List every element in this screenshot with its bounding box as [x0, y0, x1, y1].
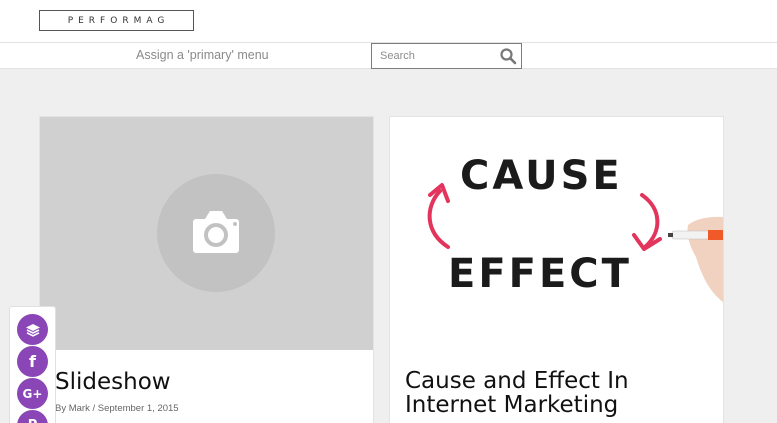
- meta-separator: /: [92, 403, 96, 414]
- site-logo[interactable]: PERFORMAG: [39, 10, 194, 31]
- facebook-icon[interactable]: f: [17, 346, 48, 377]
- search-box: [371, 43, 522, 69]
- author-link[interactable]: Mark: [69, 403, 90, 414]
- post-card: Slideshow By Mark / September 1, 2015: [39, 116, 374, 423]
- post-date: September 1, 2015: [97, 403, 179, 414]
- search-input[interactable]: [372, 44, 492, 68]
- post-card: CAUSE EFFECT Cause and Effect In Interne…: [389, 116, 724, 423]
- search-icon[interactable]: [499, 47, 517, 65]
- pinterest-icon[interactable]: P: [17, 410, 48, 423]
- post-title[interactable]: Cause and Effect In Internet Marketing: [405, 369, 710, 417]
- cause-effect-illustration: CAUSE EFFECT: [427, 153, 723, 302]
- menu-placeholder-text: Assign a 'primary' menu: [136, 48, 269, 62]
- post-title[interactable]: Slideshow: [55, 370, 360, 394]
- author-prefix: By: [55, 403, 67, 414]
- google-plus-icon[interactable]: G+: [17, 378, 48, 409]
- site-header: PERFORMAG: [0, 0, 777, 42]
- layers-icon[interactable]: [17, 314, 48, 345]
- post-thumbnail[interactable]: [40, 117, 373, 350]
- share-bar: f G+ P: [9, 306, 56, 423]
- post-meta: By Mark / September 1, 2015: [55, 403, 179, 414]
- post-thumbnail[interactable]: CAUSE EFFECT: [390, 117, 723, 350]
- nav-bar: Assign a 'primary' menu: [0, 42, 777, 69]
- camera-placeholder-icon: [157, 174, 275, 292]
- image-text-effect: EFFECT: [448, 251, 632, 297]
- image-text-cause: CAUSE: [460, 153, 623, 199]
